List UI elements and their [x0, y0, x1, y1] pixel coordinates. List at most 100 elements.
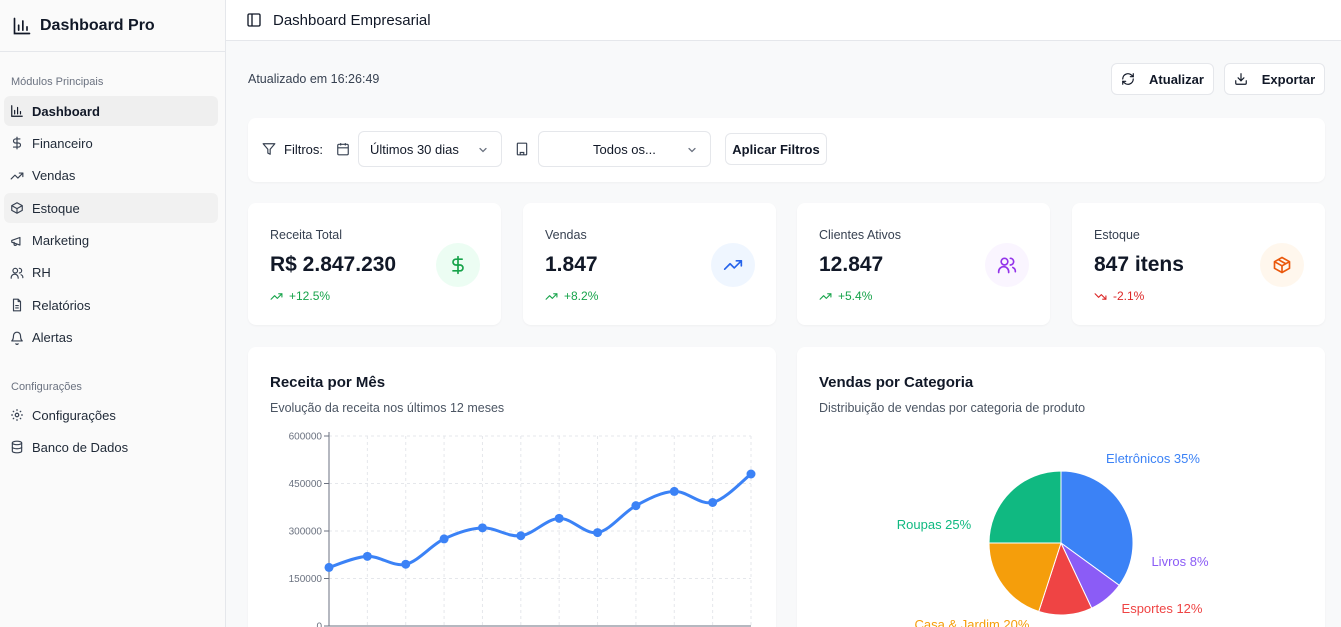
- trending-up-icon: [270, 292, 283, 300]
- download-icon: [1234, 73, 1247, 85]
- sidebar-item-dashboard[interactable]: Dashboard: [4, 96, 218, 126]
- kpi-badge: [436, 243, 480, 287]
- kpi-change-value: +12.5%: [289, 289, 331, 303]
- brand-name: Dashboard Pro: [40, 16, 155, 34]
- sidebar-item-label: Financeiro: [32, 135, 93, 151]
- data-point: [631, 501, 641, 511]
- sidebar-item-relatorios[interactable]: Relatórios: [4, 290, 218, 320]
- kpi-card-active-clients: Clientes Ativos 12.847 +5.4%: [797, 203, 1050, 325]
- config-nav: Configurações Banco de Dados: [4, 400, 218, 465]
- package-icon: [1273, 256, 1291, 274]
- trending-down-icon: [1094, 292, 1107, 300]
- kpi-card-stock: Estoque 847 itens -2.1%: [1072, 203, 1325, 325]
- filters-label: Filtros:: [284, 142, 323, 157]
- kpi-title: Clientes Ativos: [819, 228, 901, 242]
- trending-up-icon: [545, 292, 558, 300]
- sidebar-item-estoque[interactable]: Estoque: [4, 193, 218, 224]
- sidebar-item-label: Estoque: [32, 200, 80, 216]
- data-point: [593, 528, 603, 538]
- data-point: [746, 469, 756, 479]
- data-point: [362, 551, 372, 561]
- category-pie-chart: Eletrônicos 35% Livros 8% Esportes 12% Casa…: [897, 451, 1209, 627]
- apply-filters-button[interactable]: Aplicar Filtros: [725, 133, 827, 165]
- data-point: [669, 486, 679, 496]
- sidebar-item-rh[interactable]: RH: [4, 258, 218, 288]
- refresh-button[interactable]: Atualizar: [1111, 63, 1214, 95]
- main-nav: Dashboard Financeiro Vendas Estoque Mark…: [4, 96, 218, 355]
- data-point: [439, 534, 449, 544]
- brand[interactable]: Dashboard Pro: [0, 0, 225, 52]
- kpi-title: Estoque: [1094, 228, 1140, 242]
- kpi-title: Receita Total: [270, 228, 343, 242]
- pie-slice-label: Esportes 12%: [1122, 601, 1203, 616]
- bell-icon: [10, 331, 24, 345]
- y-tick-label: 300000: [289, 527, 323, 538]
- data-point: [708, 498, 718, 507]
- package-icon: [10, 201, 24, 215]
- sidebar-item-configuracoes[interactable]: Configurações: [4, 400, 218, 430]
- sidebar-item-label: Marketing: [32, 233, 90, 249]
- kpi-value: 1.847: [545, 253, 598, 276]
- sidebar-item-financeiro[interactable]: Financeiro: [4, 128, 218, 158]
- dollar-icon: [452, 255, 464, 275]
- kpi-change-value: +8.2%: [564, 289, 599, 303]
- export-button[interactable]: Exportar: [1224, 63, 1325, 95]
- page-title: Dashboard Empresarial: [273, 11, 431, 29]
- calendar-icon: [337, 143, 349, 156]
- sidebar-item-label: Relatórios: [32, 297, 91, 313]
- sidebar-item-alertas[interactable]: Alertas: [4, 323, 218, 353]
- kpi-badge: [711, 243, 755, 287]
- top-bar: Dashboard Empresarial: [226, 0, 1341, 41]
- kpi-change-value: +5.4%: [838, 289, 873, 303]
- sidebar-item-label: RH: [32, 265, 51, 281]
- kpi-value: R$ 2.847.230: [270, 253, 397, 276]
- sidebar-toggle-icon[interactable]: [246, 12, 262, 28]
- unit-select[interactable]: Todos os...: [538, 131, 711, 167]
- kpi-badge: [985, 243, 1029, 287]
- export-label: Exportar: [1261, 71, 1316, 87]
- kpi-title: Vendas: [545, 228, 587, 242]
- kpi-badge: [1260, 243, 1304, 287]
- users-icon: [997, 257, 1017, 274]
- y-tick-label: 150000: [289, 574, 323, 585]
- bar-chart-icon: [13, 17, 31, 34]
- sidebar-item-marketing[interactable]: Marketing: [4, 226, 218, 256]
- kpi-change-value: -2.1%: [1113, 289, 1145, 303]
- main-modules-label: Módulos Principais: [11, 76, 104, 88]
- kpi-card-sales: Vendas 1.847 +8.2%: [523, 203, 776, 325]
- sidebar-item-vendas[interactable]: Vendas: [4, 161, 218, 191]
- y-tick-label: 0: [316, 622, 322, 627]
- pie-slice-label: Roupas 25%: [897, 517, 972, 532]
- building-icon: [516, 142, 528, 156]
- data-point: [324, 562, 334, 572]
- sidebar-item-label: Banco de Dados: [32, 439, 129, 455]
- revenue-series-line: [328, 472, 752, 569]
- y-tick-label: 600000: [289, 432, 323, 443]
- file-icon: [10, 298, 24, 312]
- data-point: [554, 513, 564, 523]
- gear-icon: [10, 408, 24, 422]
- period-select[interactable]: Últimos 30 dias: [358, 131, 502, 167]
- filter-icon: [262, 143, 276, 155]
- pie-slice: [988, 470, 1062, 544]
- chevron-down-icon: [479, 147, 487, 153]
- trending-up-icon: [819, 292, 832, 300]
- sidebar-item-banco-de-dados[interactable]: Banco de Dados: [4, 432, 218, 462]
- trending-up-icon: [723, 260, 743, 270]
- period-value: Últimos 30 dias: [370, 141, 459, 157]
- last-updated-text: Atualizado em 16:26:49: [248, 72, 380, 86]
- sidebar-item-label: Configurações: [32, 407, 116, 423]
- chevron-down-icon: [688, 147, 696, 153]
- pie-slice-label: Eletrônicos 35%: [1106, 451, 1200, 466]
- data-point: [477, 523, 487, 533]
- sidebar-item-label: Vendas: [32, 168, 76, 184]
- sidebar: Dashboard Pro Módulos Principais Dashboa…: [0, 0, 226, 627]
- kpi-value: 847 itens: [1094, 253, 1184, 276]
- kpi-value: 12.847: [819, 253, 884, 276]
- y-tick-label: 450000: [289, 479, 323, 490]
- config-section-label: Configurações: [11, 381, 82, 393]
- data-point: [401, 559, 411, 569]
- kpi-change: +5.4%: [819, 289, 872, 303]
- kpi-change: +8.2%: [545, 289, 598, 303]
- database-icon: [10, 440, 24, 454]
